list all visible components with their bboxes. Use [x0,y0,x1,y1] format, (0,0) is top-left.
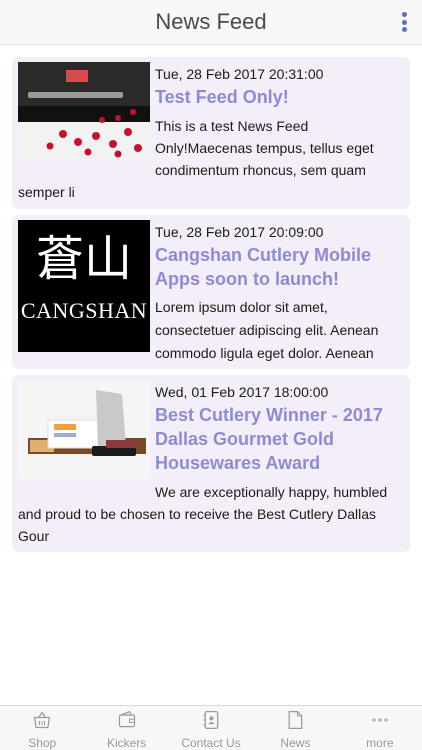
feed-item[interactable]: Wed, 01 Feb 2017 18:00:00 Best Cutlery W… [12,375,410,552]
feed-title[interactable]: Test Feed Only! [155,85,400,109]
tab-label: more [366,736,394,750]
document-icon [288,711,303,729]
header-bar: News Feed [0,0,422,45]
tab-label: News [280,736,311,750]
tab-contact-us[interactable]: Contact Us [169,706,253,750]
wallet-icon [118,710,135,728]
tab-more[interactable]: more [338,706,422,750]
cangshan-logo: 蒼山 [35,231,132,287]
feed-date: Tue, 28 Feb 2017 20:31:00 [155,66,324,82]
menu-icon[interactable] [400,12,408,32]
feed-thumbnail [18,62,150,161]
feed-excerpt-line: Only!Maecenas tempus, tellus eget [155,140,374,156]
feed-excerpt-line: Lorem ipsum dolor sit amet, [155,299,328,315]
feed-item[interactable]: 蒼山 CANGSHAN Tue, 28 Feb 2017 20:09:00 Ca… [12,215,410,369]
feed-title-line[interactable]: Apps soon to launch! [155,267,400,291]
feed-excerpt-line: This is a test News Feed [155,118,309,134]
feed-thumbnail [18,380,150,479]
feed-thumbnail: 蒼山 CANGSHAN [18,220,150,352]
feed-excerpt-line: We are exceptionally happy, humbled [155,484,388,500]
contacts-book-icon [203,711,219,729]
feed-excerpt-line: consectetuer adipiscing elit. Aenean [155,322,379,338]
feed-excerpt-line: commodo ligula eget dolor. Aenean [155,345,374,361]
tab-shop[interactable]: Shop [0,706,84,750]
feed-excerpt-line: condimentum rhoncus, sem quam [155,162,366,178]
feed-title-line[interactable]: Best Cutlery Winner - 2017 [155,403,400,427]
tab-label: Contact Us [181,736,241,750]
feed-title-line[interactable]: Housewares Award [155,451,400,475]
feed-excerpt-line: semper li [18,184,75,200]
award-cleaver-image [18,380,150,479]
tab-label: Shop [28,736,57,750]
tab-kickers[interactable]: Kickers [84,706,168,750]
tab-news[interactable]: News [253,706,337,750]
feed-excerpt-line: Gour [18,528,50,544]
tab-label: Kickers [106,736,147,750]
cangshan-wordmark: CANGSHAN [20,298,148,323]
feed-title-line[interactable]: Dallas Gourmet Gold [155,427,400,451]
basket-icon [33,711,51,729]
feed-date: Tue, 28 Feb 2017 20:09:00 [155,224,324,240]
feed-item[interactable]: Tue, 28 Feb 2017 20:31:00 Test Feed Only… [12,57,410,209]
feed-excerpt-line: and proud to be chosen to receive the Be… [18,506,376,522]
page-title: News Feed [155,9,267,34]
feed-title-line[interactable]: Cangshan Cutlery Mobile [155,243,400,267]
feed-date: Wed, 01 Feb 2017 18:00:00 [155,384,329,400]
more-dots-icon [372,718,388,722]
bottom-tab-bar: Shop Kickers Contact Us News more [0,705,422,750]
knife-box-image [18,62,150,161]
